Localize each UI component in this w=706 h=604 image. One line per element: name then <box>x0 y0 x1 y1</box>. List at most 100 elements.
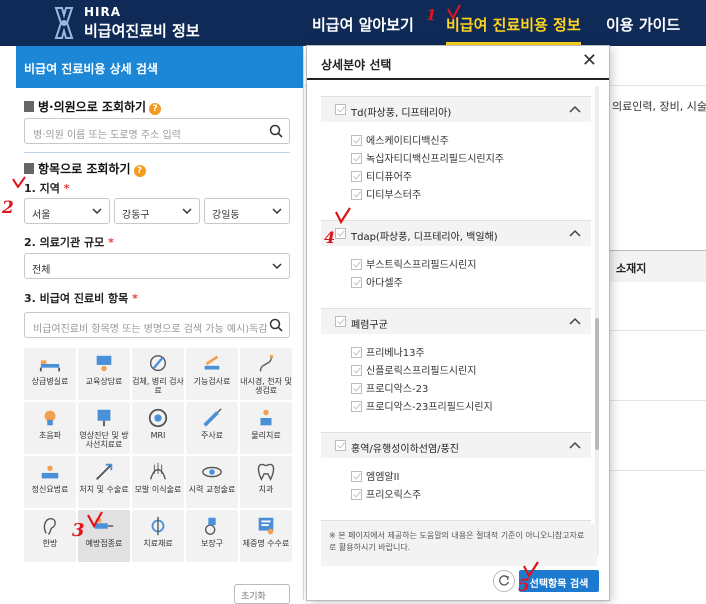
chevron-up-icon[interactable] <box>569 441 581 449</box>
category-tile[interactable]: 주사료 <box>186 402 238 454</box>
field-item[interactable]: 엠엠알II <box>351 468 400 483</box>
category-tile[interactable]: 영상진단 및 방사선치료료 <box>78 402 130 454</box>
reset-button[interactable]: 초기화 <box>234 584 290 604</box>
item-search-input[interactable]: 비급여진료비 항목명 또는 병명으로 검색 가능 예시)독감 <box>24 312 290 338</box>
checkbox[interactable] <box>351 277 362 288</box>
nav-item-cost-info[interactable]: 비급여 진료비용 정보 <box>446 14 581 45</box>
mri-icon <box>148 408 168 428</box>
category-label: 제증명 수수료 <box>242 539 290 548</box>
category-tile[interactable]: 치료재료 <box>132 510 184 562</box>
help-icon[interactable]: ? <box>149 103 162 115</box>
category-tile[interactable]: MRI <box>132 402 184 454</box>
field-item-label: 프리베나13주 <box>366 348 425 359</box>
category-tile[interactable]: 상급병실료 <box>24 348 76 400</box>
checkbox[interactable] <box>335 104 346 115</box>
field-item-label: 디티부스터주 <box>366 190 422 201</box>
item-section-label: 항목으로 조회하기 <box>38 162 131 176</box>
section-divider <box>24 152 290 153</box>
brand-en: HIRA <box>84 5 122 19</box>
chevron-up-icon[interactable] <box>569 317 581 325</box>
region-city-select[interactable]: 서울 <box>24 198 110 224</box>
category-tile[interactable]: 초음파 <box>24 402 76 454</box>
region-dong-select[interactable]: 강일동 <box>204 198 290 224</box>
modal-list[interactable]: Td(파상풍, 디프테리아) 에스케이티디백신주녹십자티디백신프리필드시린지주티디… <box>321 86 597 556</box>
field-item[interactable]: 프리오릭스주 <box>351 486 421 501</box>
category-label: 내시경, 천자 및 생검료 <box>240 377 292 395</box>
checkbox[interactable] <box>351 471 362 482</box>
checkbox[interactable] <box>335 316 346 327</box>
category-tile[interactable]: 보장구 <box>186 510 238 562</box>
category-tile[interactable]: 검체, 병리 검사료 <box>132 348 184 400</box>
field-item[interactable]: 신플로릭스프리필드시린지 <box>351 362 476 377</box>
category-tile[interactable]: 물리치료 <box>240 402 292 454</box>
checkbox[interactable] <box>351 189 362 200</box>
category-label: 모발 이식술료 <box>134 485 182 494</box>
search-icon[interactable] <box>269 124 283 138</box>
field-group-header[interactable]: Tdap(파상풍, 디프테리아, 백일해) <box>321 220 591 246</box>
category-label: 치과 <box>258 485 274 494</box>
checkbox[interactable] <box>351 153 362 164</box>
field-item[interactable]: 부스트릭스프리필드시린지 <box>351 256 476 271</box>
category-tile[interactable]: 교육상담료 <box>78 348 130 400</box>
category-tile[interactable]: 치과 <box>240 456 292 508</box>
list-icon <box>24 163 34 174</box>
field-item[interactable]: 프로디악스-23프리필드시린지 <box>351 398 493 413</box>
checkbox[interactable] <box>351 347 362 358</box>
checkbox[interactable] <box>335 228 346 239</box>
checkbox[interactable] <box>335 440 346 451</box>
annotation-check-region <box>12 176 26 188</box>
help-icon[interactable]: ? <box>133 165 146 177</box>
field-group-header[interactable]: Td(파상풍, 디프테리아) <box>321 96 591 122</box>
field-item[interactable]: 프리베나13주 <box>351 344 425 359</box>
annotation-4: 4 <box>324 228 336 247</box>
surgery-icon <box>96 463 113 480</box>
field-item[interactable]: 에스케이티디백신주 <box>351 132 449 147</box>
chevron-up-icon[interactable] <box>569 229 581 237</box>
checkbox[interactable] <box>351 401 362 412</box>
checkbox[interactable] <box>351 365 362 376</box>
background-description: 의료인력, 장비, 시술의 <box>612 100 706 113</box>
refresh-button[interactable] <box>493 570 515 592</box>
region-district-value: 강동구 <box>122 210 150 221</box>
category-label: 처치 및 수술료 <box>79 485 129 494</box>
field-item[interactable]: 디티부스터주 <box>351 186 421 201</box>
category-tile[interactable]: 시력 교정술료 <box>186 456 238 508</box>
category-tile[interactable]: 모발 이식술료 <box>132 456 184 508</box>
category-tile[interactable]: 한방 <box>24 510 76 562</box>
ultrasound-icon <box>44 410 56 426</box>
field-item[interactable]: 녹십자티디백신프리필드시린지주 <box>351 150 504 165</box>
required-mark: * <box>63 182 70 195</box>
hospital-search-input[interactable]: 병·의원 이름 또는 도로명 주소 입력 <box>24 118 290 144</box>
institution-size-select[interactable]: 전체 <box>24 253 290 279</box>
category-tile[interactable]: 기능검사료 <box>186 348 238 400</box>
nav-item-guide[interactable]: 이용 가이드 <box>606 14 680 35</box>
field-item[interactable]: 아다셀주 <box>351 274 403 289</box>
checkbox[interactable] <box>351 489 362 500</box>
checkbox[interactable] <box>351 135 362 146</box>
checkbox[interactable] <box>351 383 362 394</box>
scrollbar-thumb[interactable] <box>595 318 599 450</box>
region-district-select[interactable]: 강동구 <box>114 198 200 224</box>
background-column-location: 소재지 <box>616 262 647 275</box>
nav-item-about[interactable]: 비급여 알아보기 <box>312 14 414 35</box>
category-tile[interactable]: 정신요법료 <box>24 456 76 508</box>
tooth-icon <box>257 463 275 481</box>
items-label: 3. 비급여 진료비 항목 * <box>24 290 138 306</box>
size-label-text: 2. 의료기관 규모 <box>24 236 105 249</box>
search-icon[interactable] <box>269 318 283 332</box>
category-tile[interactable]: 내시경, 천자 및 생검료 <box>240 348 292 400</box>
field-item[interactable]: 티디퓨어주 <box>351 168 412 183</box>
category-label: 주사료 <box>200 431 224 440</box>
checkbox[interactable] <box>351 259 362 270</box>
hira-logo-icon[interactable] <box>52 6 76 40</box>
brand[interactable]: HIRA 비급여진료비 정보 <box>84 5 200 41</box>
field-item-label: 부스트릭스프리필드시린지 <box>366 260 477 271</box>
field-group-header[interactable]: 폐렴구균 <box>321 308 591 334</box>
close-icon[interactable]: ✕ <box>582 52 597 70</box>
field-item[interactable]: 프로디악스-23 <box>351 380 428 395</box>
category-tile[interactable]: 제증명 수수료 <box>240 510 292 562</box>
chevron-up-icon[interactable] <box>569 105 581 113</box>
category-tile[interactable]: 처치 및 수술료 <box>78 456 130 508</box>
field-group-header[interactable]: 홍역/유행성이하선염/풍진 <box>321 432 591 458</box>
checkbox[interactable] <box>351 171 362 182</box>
